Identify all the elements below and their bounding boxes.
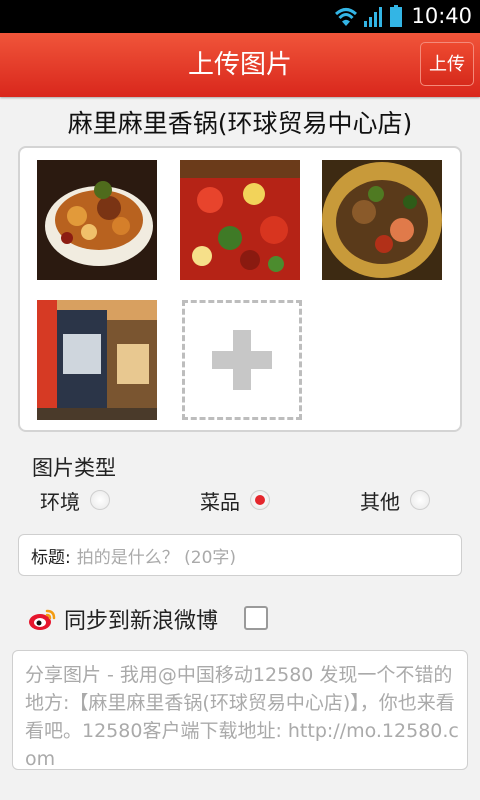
radio-label: 菜品 — [200, 489, 240, 514]
weibo-sync-row[interactable]: 同步到新浪微博 — [28, 602, 218, 636]
radio-option-other[interactable]: 其他 — [360, 486, 430, 514]
photo-thumbnail-2[interactable] — [180, 160, 300, 280]
photo-grid — [18, 146, 462, 432]
share-text-field[interactable]: 分享图片 - 我用@中国移动12580 发现一个不错的地方:【麻里麻里香锅(环球… — [12, 650, 468, 770]
title-bar: 上传图片 上传 — [0, 33, 480, 97]
signal-icon — [364, 7, 382, 27]
wifi-icon — [334, 8, 358, 26]
photo-thumbnail-1[interactable] — [37, 160, 157, 280]
title-field-placeholder: 拍的是什么？ (20字) — [76, 547, 237, 568]
radio-label: 环境 — [40, 489, 80, 514]
radio-option-environment[interactable]: 环境 — [40, 486, 110, 514]
photo-thumbnail-3[interactable] — [322, 160, 442, 280]
upload-button[interactable]: 上传 — [420, 42, 474, 86]
weibo-sync-checkbox[interactable] — [244, 606, 268, 630]
radio-label: 其他 — [360, 489, 400, 514]
radio-button[interactable] — [250, 490, 270, 510]
add-photo-button[interactable] — [182, 300, 302, 420]
page-title: 上传图片 — [187, 50, 292, 80]
status-icons — [334, 5, 402, 27]
shop-name: 麻里麻里香锅(环球贸易中心店) — [67, 109, 413, 138]
photo-type-label: 图片类型 — [32, 456, 116, 480]
status-bar: 10:40 — [0, 0, 480, 33]
weibo-sync-label: 同步到新浪微博 — [64, 609, 219, 634]
share-text-placeholder: 分享图片 - 我用@中国移动12580 发现一个不错的地方:【麻里麻里香锅(环球… — [25, 664, 459, 770]
weibo-icon — [29, 609, 56, 630]
radio-option-dish[interactable]: 菜品 — [200, 486, 270, 514]
photo-thumbnail-4[interactable] — [37, 300, 157, 420]
clock: 10:40 — [411, 4, 472, 28]
battery-icon — [390, 5, 402, 27]
title-field[interactable]: 标题: 拍的是什么？ (20字) — [18, 534, 462, 576]
radio-button[interactable] — [90, 490, 110, 510]
title-field-label: 标题: — [31, 547, 71, 568]
radio-button[interactable] — [410, 490, 430, 510]
